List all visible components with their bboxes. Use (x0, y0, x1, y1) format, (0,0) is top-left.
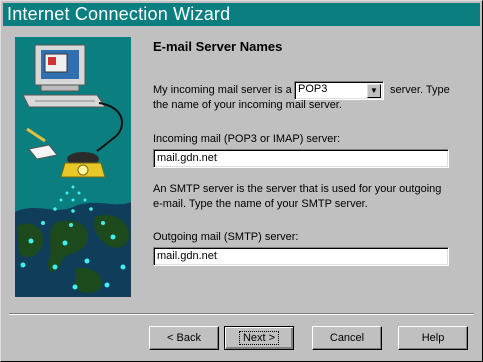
help-button[interactable]: Help (398, 326, 468, 350)
help-button-label: Help (421, 332, 445, 344)
footer-divider (9, 313, 474, 315)
back-button[interactable]: < Back (149, 326, 219, 350)
server-type-line2: the name of your incoming mail server. (153, 99, 342, 111)
page-heading: E-mail Server Names (153, 39, 283, 54)
back-button-label: < Back (167, 332, 201, 344)
wizard-illustration (15, 37, 131, 297)
next-button-label: Next > (238, 331, 280, 345)
server-type-value: POP3 (298, 83, 328, 95)
outgoing-server-input[interactable]: mail.gdn.net (153, 247, 449, 266)
incoming-server-input[interactable]: mail.gdn.net (153, 149, 449, 168)
chevron-down-icon[interactable]: ▼ (367, 84, 381, 98)
cancel-button[interactable]: Cancel (312, 326, 382, 350)
smtp-info-line2: e-mail. Type the name of your SMTP serve… (153, 198, 368, 210)
server-type-prefix: My incoming mail server is a (153, 84, 292, 96)
server-type-suffix: server. Type (390, 84, 450, 96)
wizard-window: Internet Connection Wizard E-mail Server… (0, 0, 483, 362)
window-title: Internet Connection Wizard (3, 3, 480, 26)
cancel-button-label: Cancel (329, 332, 365, 344)
incoming-server-label: Incoming mail (POP3 or IMAP) server: (153, 133, 341, 145)
next-button[interactable]: Next > (224, 326, 294, 350)
smtp-info-line1: An SMTP server is the server that is use… (153, 183, 442, 195)
outgoing-server-label: Outgoing mail (SMTP) server: (153, 231, 299, 243)
server-type-select[interactable]: POP3 ▼ (294, 81, 384, 100)
